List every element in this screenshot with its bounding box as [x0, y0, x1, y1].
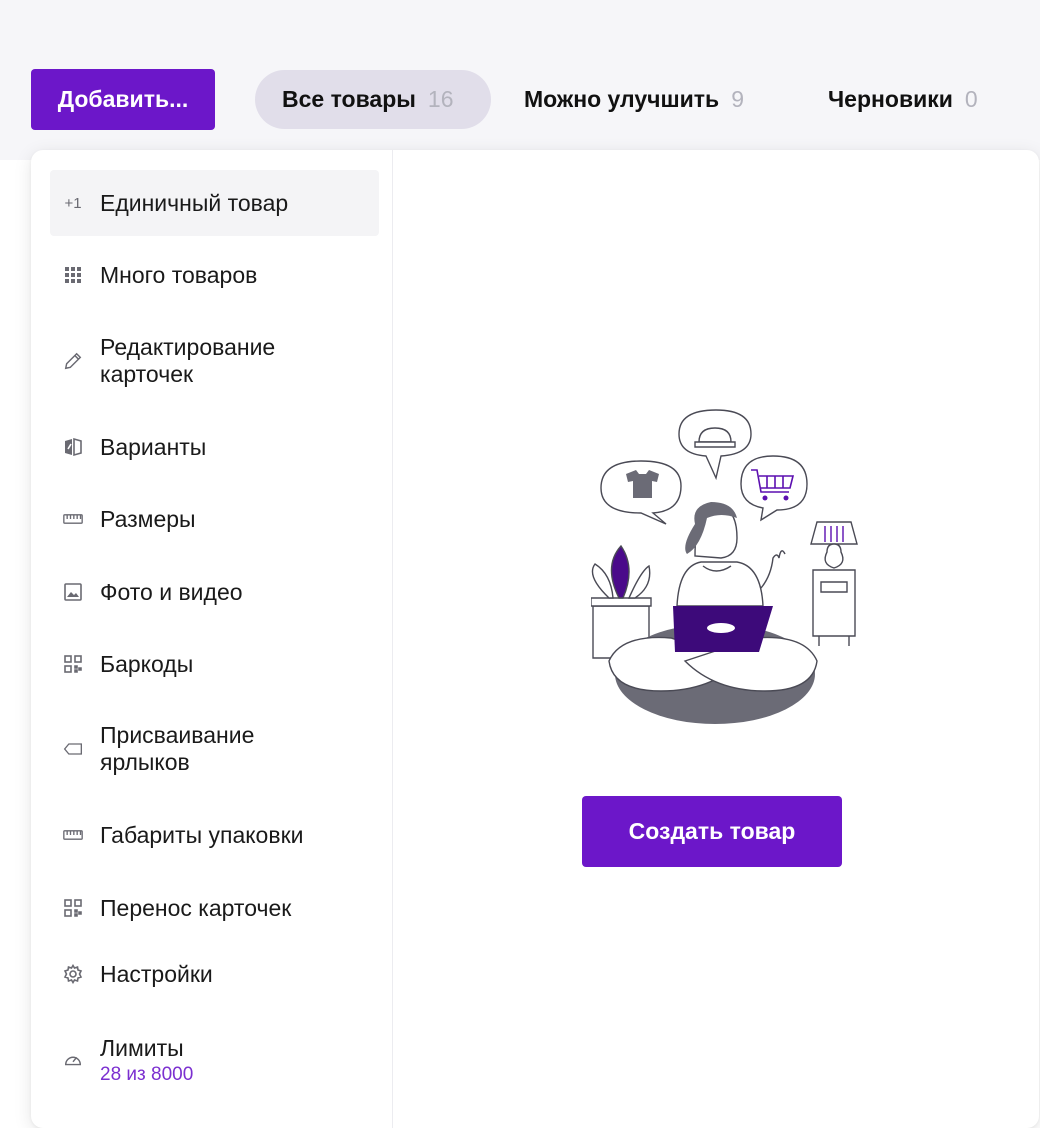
ruler-icon [63, 825, 83, 845]
menu-item-label: Перенос карточек [100, 894, 292, 921]
menu-item-label: Варианты [100, 433, 207, 460]
menu-item-package-dimensions[interactable]: Габариты упаковки [50, 802, 379, 868]
tab-label: Все товары [282, 86, 416, 112]
menu-item-label: Фото и видео [100, 578, 243, 605]
empty-state-illustration [590, 406, 859, 726]
tab-count: 16 [427, 86, 454, 112]
tab-label: Можно улучшить [524, 86, 720, 112]
speedometer-icon [63, 1050, 83, 1070]
top-bar: Добавить... Все товары 16 Можно улучшить… [0, 0, 1040, 160]
menu-item-label: Баркоды [100, 650, 194, 677]
tab-count: 9 [731, 86, 744, 112]
menu-item-limits[interactable]: Лимиты 28 из 8000 [50, 1020, 379, 1100]
variants-icon [63, 437, 83, 457]
menu-item-label: Много товаров [100, 261, 258, 288]
tab-label: Черновики [828, 86, 953, 112]
tab-all-products[interactable]: Все товары 16 [255, 70, 491, 129]
menu-item-assign-labels[interactable]: Присваивание ярлыков [50, 714, 379, 784]
content-area: Создать товар [393, 150, 1039, 1128]
create-product-button[interactable]: Создать товар [582, 796, 842, 867]
menu-item-single-product[interactable]: +1 Единичный товар [50, 170, 379, 236]
menu-item-label: Присваивание ярлыков [100, 722, 255, 775]
add-dropdown: +1 Единичный товар Много товаров Редакти… [31, 150, 1039, 1128]
ruler-icon [63, 509, 83, 529]
tab-can-improve[interactable]: Можно улучшить 9 [524, 70, 744, 129]
grid-icon [63, 265, 83, 285]
menu-item-variants[interactable]: Варианты [50, 414, 379, 480]
menu-item-label: Размеры [100, 505, 196, 532]
tab-drafts[interactable]: Черновики 0 [828, 70, 978, 129]
limits-usage: 28 из 8000 [100, 1063, 194, 1085]
menu-item-label: Габариты упаковки [100, 821, 304, 848]
qr-code-icon [63, 898, 83, 918]
add-menu: +1 Единичный товар Много товаров Редакти… [31, 150, 393, 1128]
plus-one-icon: +1 [64, 194, 82, 212]
tab-count: 0 [964, 86, 978, 112]
menu-item-label: Единичный товар [100, 189, 289, 216]
qr-code-icon [63, 654, 83, 674]
menu-item-label: Настройки [100, 960, 213, 987]
image-icon [63, 582, 83, 602]
pencil-icon [63, 351, 83, 371]
add-button[interactable]: Добавить... [31, 69, 215, 130]
menu-item-barcodes[interactable]: Баркоды [50, 631, 379, 697]
menu-item-transfer-cards[interactable]: Перенос карточек [50, 875, 379, 941]
gear-icon [63, 964, 83, 984]
menu-item-settings[interactable]: Настройки [50, 941, 379, 1007]
menu-item-sizes[interactable]: Размеры [50, 486, 379, 552]
menu-item-photo-video[interactable]: Фото и видео [50, 559, 379, 625]
menu-item-many-products[interactable]: Много товаров [50, 242, 379, 308]
menu-item-edit-cards[interactable]: Редактирование карточек [50, 326, 379, 396]
tag-icon [63, 739, 83, 759]
menu-item-label: Лимиты [100, 1034, 184, 1061]
menu-item-label: Редактирование карточек [100, 334, 276, 387]
